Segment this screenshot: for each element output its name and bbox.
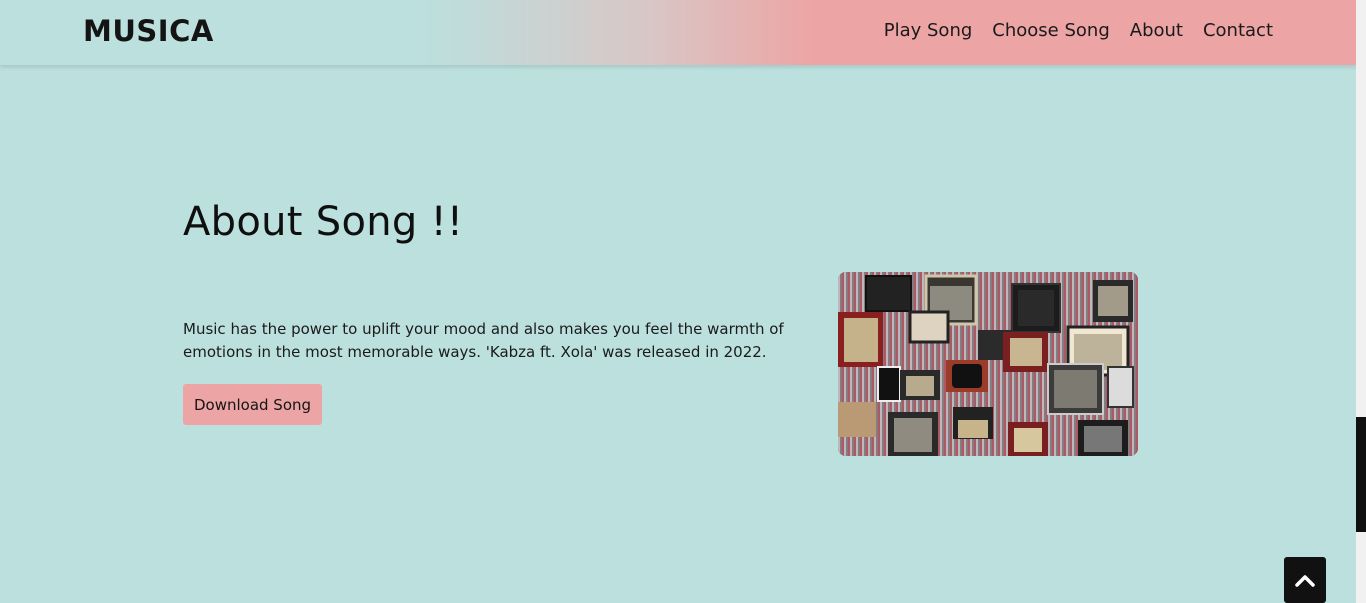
nav-link-play-song[interactable]: Play Song <box>884 20 973 41</box>
scrollbar-thumb[interactable] <box>1356 417 1366 532</box>
navbar: MUSICA Play Song Choose Song About Conta… <box>0 0 1356 65</box>
chevron-up-icon <box>1295 575 1315 587</box>
page-title: About Song !! <box>183 199 464 245</box>
nav-link-choose-song[interactable]: Choose Song <box>992 20 1109 41</box>
about-description: Music has the power to uplift your mood … <box>183 320 784 361</box>
amps-records-collage <box>838 272 1138 456</box>
download-song-button[interactable]: Download Song <box>183 384 322 425</box>
nav-links: Play Song Choose Song About Contact <box>864 20 1273 41</box>
song-image <box>838 272 1138 456</box>
back-to-top-button[interactable] <box>1284 557 1326 603</box>
nav-link-contact[interactable]: Contact <box>1203 20 1273 41</box>
brand-logo[interactable]: MUSICA <box>83 14 214 48</box>
about-section: About Song !! <box>183 195 803 249</box>
page: MUSICA Play Song Choose Song About Conta… <box>0 0 1366 603</box>
nav-link-about[interactable]: About <box>1130 20 1183 41</box>
